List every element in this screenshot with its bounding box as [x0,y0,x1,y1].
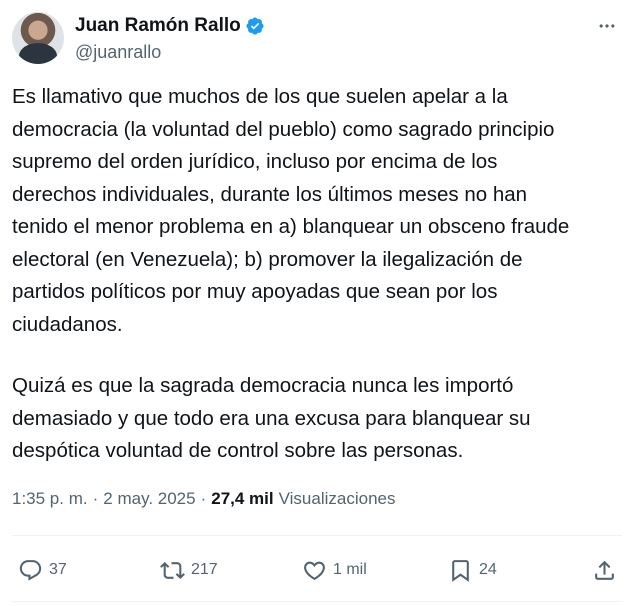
like-count: 1 mil [333,561,367,578]
meta-separator: · [92,489,99,508]
like-icon [304,561,325,580]
repost-count: 217 [191,561,218,578]
divider [12,601,622,602]
tweet-actions: 37 217 1 mil 24 [12,552,622,588]
reply-icon [19,559,42,581]
reply-count: 37 [49,561,67,578]
tweet-time[interactable]: 1:35 p. m. [12,489,88,509]
author-handle[interactable]: @juanrallo [75,42,161,63]
reply-button[interactable]: 37 [18,552,67,588]
repost-button[interactable]: 217 [160,552,218,588]
tweet-text-paragraph-2: Quizá es que la sagrada democracia nunca… [12,374,531,462]
author-name[interactable]: Juan Ramón Rallo [75,15,241,37]
tweet-meta: 1:35 p. m. · 2 may. 2025 · 27,4 mil Visu… [12,489,396,509]
views-label[interactable]: Visualizaciones [274,489,396,509]
tweet-text-paragraph-1: Es llamativo que muchos de los que suele… [12,85,570,336]
bookmark-count: 24 [479,561,497,578]
more-button[interactable] [594,15,620,37]
verified-badge-icon [246,17,264,35]
share-icon [595,560,614,580]
divider [12,535,622,536]
more-icon [599,24,615,28]
meta-separator: · [200,489,207,508]
repost-icon [160,561,185,579]
author-name-row[interactable]: Juan Ramón Rallo [75,15,265,37]
tweet-date[interactable]: 2 may. 2025 [103,489,195,509]
tweet-header: Juan Ramón Rallo @juanrallo [12,12,622,68]
bookmark-icon [452,559,469,582]
avatar[interactable] [12,12,64,64]
share-button[interactable] [592,552,617,588]
like-button[interactable]: 1 mil [302,552,367,588]
bookmark-button[interactable]: 24 [448,552,497,588]
views-count[interactable]: 27,4 mil [211,489,273,509]
